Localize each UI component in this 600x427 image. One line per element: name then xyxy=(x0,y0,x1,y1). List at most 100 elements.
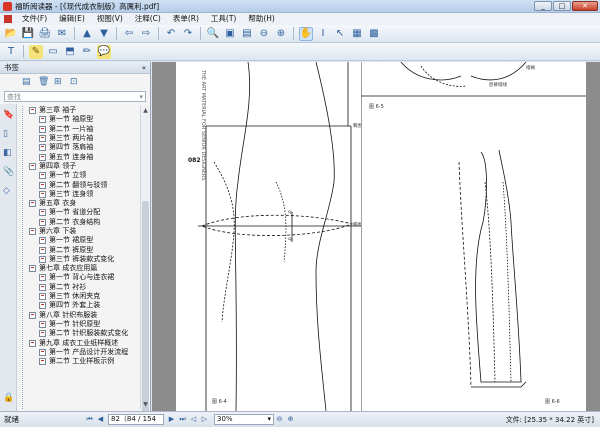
print-icon[interactable]: 🖨 xyxy=(38,27,52,41)
status-zoom-in-icon[interactable]: ⊕ xyxy=(285,414,296,425)
prev-view-icon[interactable]: ◁ xyxy=(188,414,199,425)
bookmark-item[interactable]: 第一节 产品设计开发流程 xyxy=(23,348,139,357)
collapse-panel-button[interactable]: « xyxy=(142,64,146,72)
bookmark-item[interactable]: 第九章 成衣工业纸样概述 xyxy=(23,338,139,347)
typewriter-icon[interactable]: T xyxy=(4,45,18,59)
bookmark-search[interactable]: 查找 ▾ xyxy=(4,91,146,102)
security-icon[interactable]: 🔒 xyxy=(3,393,14,405)
prev-page-icon[interactable]: ◀ xyxy=(95,414,106,425)
menu-file[interactable]: 文件(F) xyxy=(16,13,53,25)
comment-icon[interactable]: 💬 xyxy=(97,44,111,59)
email-icon[interactable]: ✉ xyxy=(55,27,69,41)
zoom-in-icon[interactable]: ⊕ xyxy=(274,27,288,41)
bookmark-label: 第一节 针织原型 xyxy=(49,319,101,328)
menu-comment[interactable]: 注释(C) xyxy=(129,13,167,25)
expand-bookmark-icon[interactable]: ▤ xyxy=(22,77,32,87)
zoom-out-icon[interactable]: ⊖ xyxy=(257,27,271,41)
bookmark-item[interactable]: 第六章 下装 xyxy=(23,227,139,236)
bookmark-item[interactable]: 第三节 休闲夹克 xyxy=(23,292,139,301)
status-bar: 就绪 ⏮ ◀ 82（84 / 154 ▶ ⏭ ◁ ▷ 30% ⊖ ⊕ 文件: [… xyxy=(0,411,600,427)
bookmark-item[interactable]: 第七章 成衣应用篇 xyxy=(23,264,139,273)
page-number-field[interactable]: 82（84 / 154 xyxy=(108,414,164,425)
menu-help[interactable]: 帮助(H) xyxy=(242,13,281,25)
zoom-icon[interactable]: 🔍 xyxy=(206,27,220,41)
bookmark-item[interactable]: 第二节 针织服装款式变化 xyxy=(23,329,139,338)
document-view[interactable]: THE ART MATERIAL FOR SENIOR DESIGNERS 08… xyxy=(152,62,600,411)
search-dropdown-icon[interactable]: ▾ xyxy=(139,93,143,101)
back-icon[interactable]: ⇦ xyxy=(122,27,136,41)
highlight-icon[interactable]: ✎ xyxy=(29,44,43,59)
bookmark-item[interactable]: 第五章 衣身 xyxy=(23,199,139,208)
layers-tab-icon[interactable]: ◧ xyxy=(3,147,14,159)
bookmark-item[interactable]: 第二节 一片袖 xyxy=(23,125,139,134)
save-icon[interactable]: 💾 xyxy=(21,27,35,41)
toolbar-separator xyxy=(293,27,294,40)
bookmark-item[interactable]: 第二节 衣身结构 xyxy=(23,218,139,227)
next-page-icon[interactable]: ▶ xyxy=(166,414,177,425)
bookmark-item[interactable]: 第二节 裤原型 xyxy=(23,245,139,254)
figure-caption-top: 图 6-5 xyxy=(369,104,384,110)
image-icon[interactable]: ▩ xyxy=(367,27,381,41)
bookmark-item[interactable]: 第三节 连身领 xyxy=(23,190,139,199)
attachments-tab-icon[interactable]: 📎 xyxy=(3,166,14,178)
maximize-button[interactable]: □ xyxy=(553,1,571,11)
bookmark-item[interactable]: 第一节 针织原型 xyxy=(23,320,139,329)
bookmark-scrollbar[interactable]: ▲ ▼ xyxy=(140,106,150,416)
add-bookmark-icon[interactable]: ⊞ xyxy=(54,77,64,87)
snapshot-icon[interactable]: ▦ xyxy=(350,27,364,41)
bookmark-page-icon xyxy=(29,200,36,208)
fit-width-icon[interactable]: ▤ xyxy=(240,27,254,41)
menu-view[interactable]: 视图(V) xyxy=(91,13,129,25)
status-zoom-out-icon[interactable]: ⊖ xyxy=(274,414,285,425)
bookmark-item[interactable]: 第三节 两片袖 xyxy=(23,134,139,143)
menu-edit[interactable]: 编辑(E) xyxy=(53,13,91,25)
bookmark-label: 第五节 连身袖 xyxy=(49,152,94,161)
zoom-select[interactable]: 30% xyxy=(214,414,274,425)
note-icon[interactable]: ▭ xyxy=(46,45,60,59)
stamp-icon[interactable]: ⬒ xyxy=(63,45,77,59)
bookmark-item[interactable]: 第二节 工业样板示例 xyxy=(23,357,139,366)
next-view-icon[interactable]: ▷ xyxy=(199,414,210,425)
pages-tab-icon[interactable]: ▯ xyxy=(3,128,14,140)
redo-icon[interactable]: ↷ xyxy=(181,27,195,41)
bookmark-item[interactable]: 第一节 袖原型 xyxy=(23,115,139,124)
pencil-icon[interactable]: ✏ xyxy=(80,45,94,59)
bookmark-item[interactable]: 第四章 领子 xyxy=(23,162,139,171)
menu-tools[interactable]: 工具(T) xyxy=(205,13,242,25)
bookmark-item[interactable]: 第一节 裙原型 xyxy=(23,236,139,245)
bookmark-item[interactable]: 第一节 立领 xyxy=(23,171,139,180)
bookmark-item[interactable]: 第五节 连身袖 xyxy=(23,152,139,161)
select-arrow-icon[interactable]: ↖ xyxy=(333,27,347,41)
bookmark-item[interactable]: 第二节 翻领与驳领 xyxy=(23,180,139,189)
bookmark-item[interactable]: 第八章 针织布服装 xyxy=(23,311,139,320)
open-folder-icon[interactable]: 📂 xyxy=(4,27,18,41)
bookmarks-tab-icon[interactable]: 🔖 xyxy=(3,109,14,121)
scroll-down-arrow-icon[interactable]: ▼ xyxy=(141,400,150,409)
bookmark-item[interactable]: 第四节 外套上装 xyxy=(23,301,139,310)
bookmark-item[interactable]: 第三节 裤装款式变化 xyxy=(23,255,139,264)
bookmark-scroll-thumb[interactable] xyxy=(142,201,149,416)
undo-icon[interactable]: ↶ xyxy=(164,27,178,41)
bookmark-label: 第二节 衣身结构 xyxy=(49,217,101,226)
scroll-up-arrow-icon[interactable]: ▲ xyxy=(141,106,150,115)
bookmark-item[interactable]: 第二节 衬衫 xyxy=(23,283,139,292)
comments-tab-icon[interactable]: ◇ xyxy=(3,185,14,197)
delete-bookmark-icon[interactable]: 🗑 xyxy=(38,77,49,87)
bookmark-item[interactable]: 第一节 省道分配 xyxy=(23,208,139,217)
minimize-button[interactable]: _ xyxy=(534,1,552,11)
bookmark-item[interactable]: 第四节 落肩袖 xyxy=(23,143,139,152)
hand-icon[interactable]: ✋ xyxy=(299,26,313,41)
scroll-down-icon[interactable]: ▼ xyxy=(97,27,111,41)
forward-icon[interactable]: ⇨ xyxy=(139,27,153,41)
bookmark-item[interactable]: 第三章 袖子 xyxy=(23,106,139,115)
last-page-icon[interactable]: ⏭ xyxy=(177,414,188,425)
menu-form[interactable]: 表单(R) xyxy=(167,13,205,25)
close-button[interactable]: ✕ xyxy=(572,1,598,11)
document-menu-icon[interactable] xyxy=(4,15,12,23)
fit-page-icon[interactable]: ▣ xyxy=(223,27,237,41)
scroll-up-icon[interactable]: ▲ xyxy=(80,27,94,41)
first-page-icon[interactable]: ⏮ xyxy=(84,414,95,425)
bookmark-item[interactable]: 第一节 背心与连衣裙 xyxy=(23,273,139,282)
bookmark-properties-icon[interactable]: ⊡ xyxy=(70,77,80,87)
select-text-icon[interactable]: Ⅰ xyxy=(316,27,330,41)
